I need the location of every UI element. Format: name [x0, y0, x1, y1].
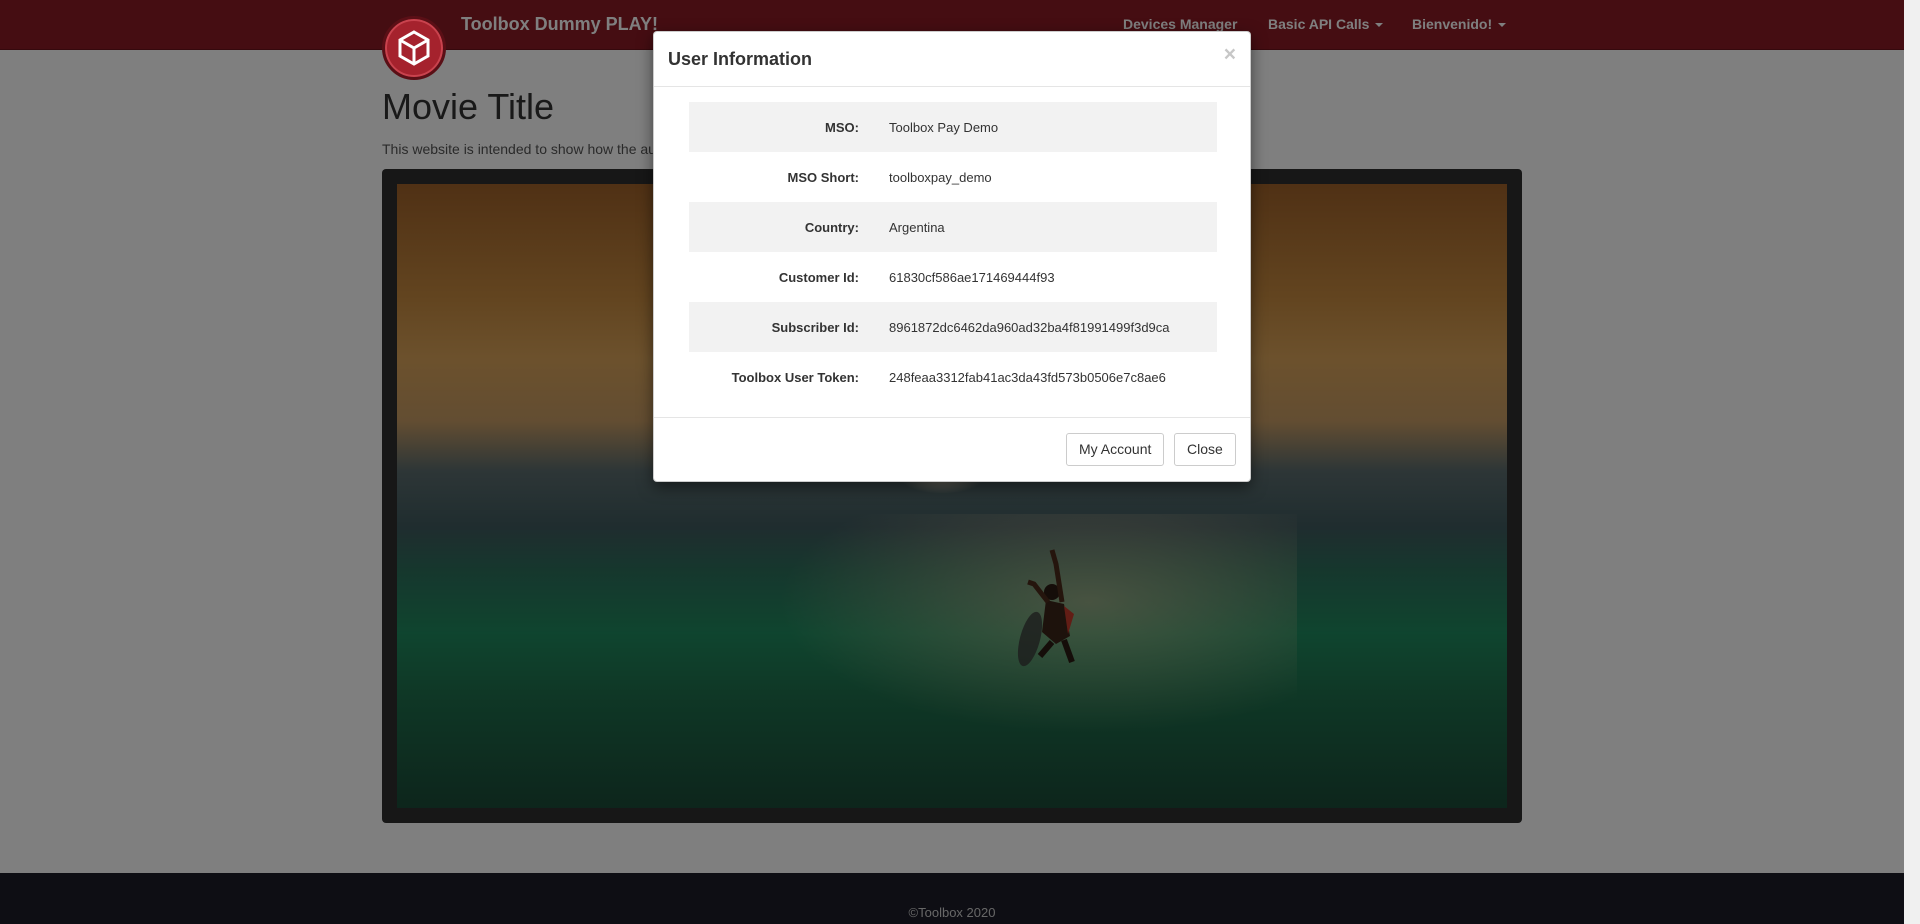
row-value: 8961872dc6462da960ad32ba4f81991499f3d9ca	[889, 319, 1170, 335]
table-row: Country: Argentina	[689, 202, 1217, 252]
table-row: Subscriber Id: 8961872dc6462da960ad32ba4…	[689, 302, 1217, 352]
row-value: 61830cf586ae171469444f93	[889, 269, 1055, 285]
table-row: MSO: Toolbox Pay Demo	[689, 102, 1217, 152]
modal-title: User Information	[668, 49, 813, 69]
modal-footer: My Account Close	[654, 417, 1250, 481]
my-account-button[interactable]: My Account	[1066, 433, 1165, 466]
row-label: Customer Id:	[778, 269, 859, 285]
row-value: toolboxpay_demo	[889, 169, 992, 185]
row-value: Argentina	[889, 219, 945, 235]
user-info-table: MSO: Toolbox Pay Demo MSO Short: toolbox…	[689, 102, 1217, 402]
row-value: Toolbox Pay Demo	[889, 119, 999, 135]
row-label: MSO:	[825, 119, 859, 135]
row-label: MSO Short:	[787, 169, 860, 185]
table-row: Toolbox User Token: 248feaa3312fab41ac3d…	[689, 352, 1217, 402]
row-label: Country:	[804, 219, 859, 235]
user-info-modal: User Information × MSO: Toolbox Pay Demo…	[653, 31, 1251, 482]
table-row: Customer Id: 61830cf586ae171469444f93	[689, 252, 1217, 302]
table-row: MSO Short: toolboxpay_demo	[689, 152, 1217, 202]
scrollbar[interactable]	[1904, 0, 1920, 924]
row-value: 248feaa3312fab41ac3da43fd573b0506e7c8ae6	[889, 369, 1166, 385]
row-label: Toolbox User Token:	[731, 369, 859, 385]
cube-icon	[398, 30, 430, 66]
close-icon[interactable]: ×	[1224, 44, 1236, 65]
row-label: Subscriber Id:	[771, 319, 859, 335]
brand-logo[interactable]	[382, 16, 446, 80]
close-button[interactable]: Close	[1174, 433, 1236, 466]
modal-header: User Information ×	[654, 32, 1250, 87]
